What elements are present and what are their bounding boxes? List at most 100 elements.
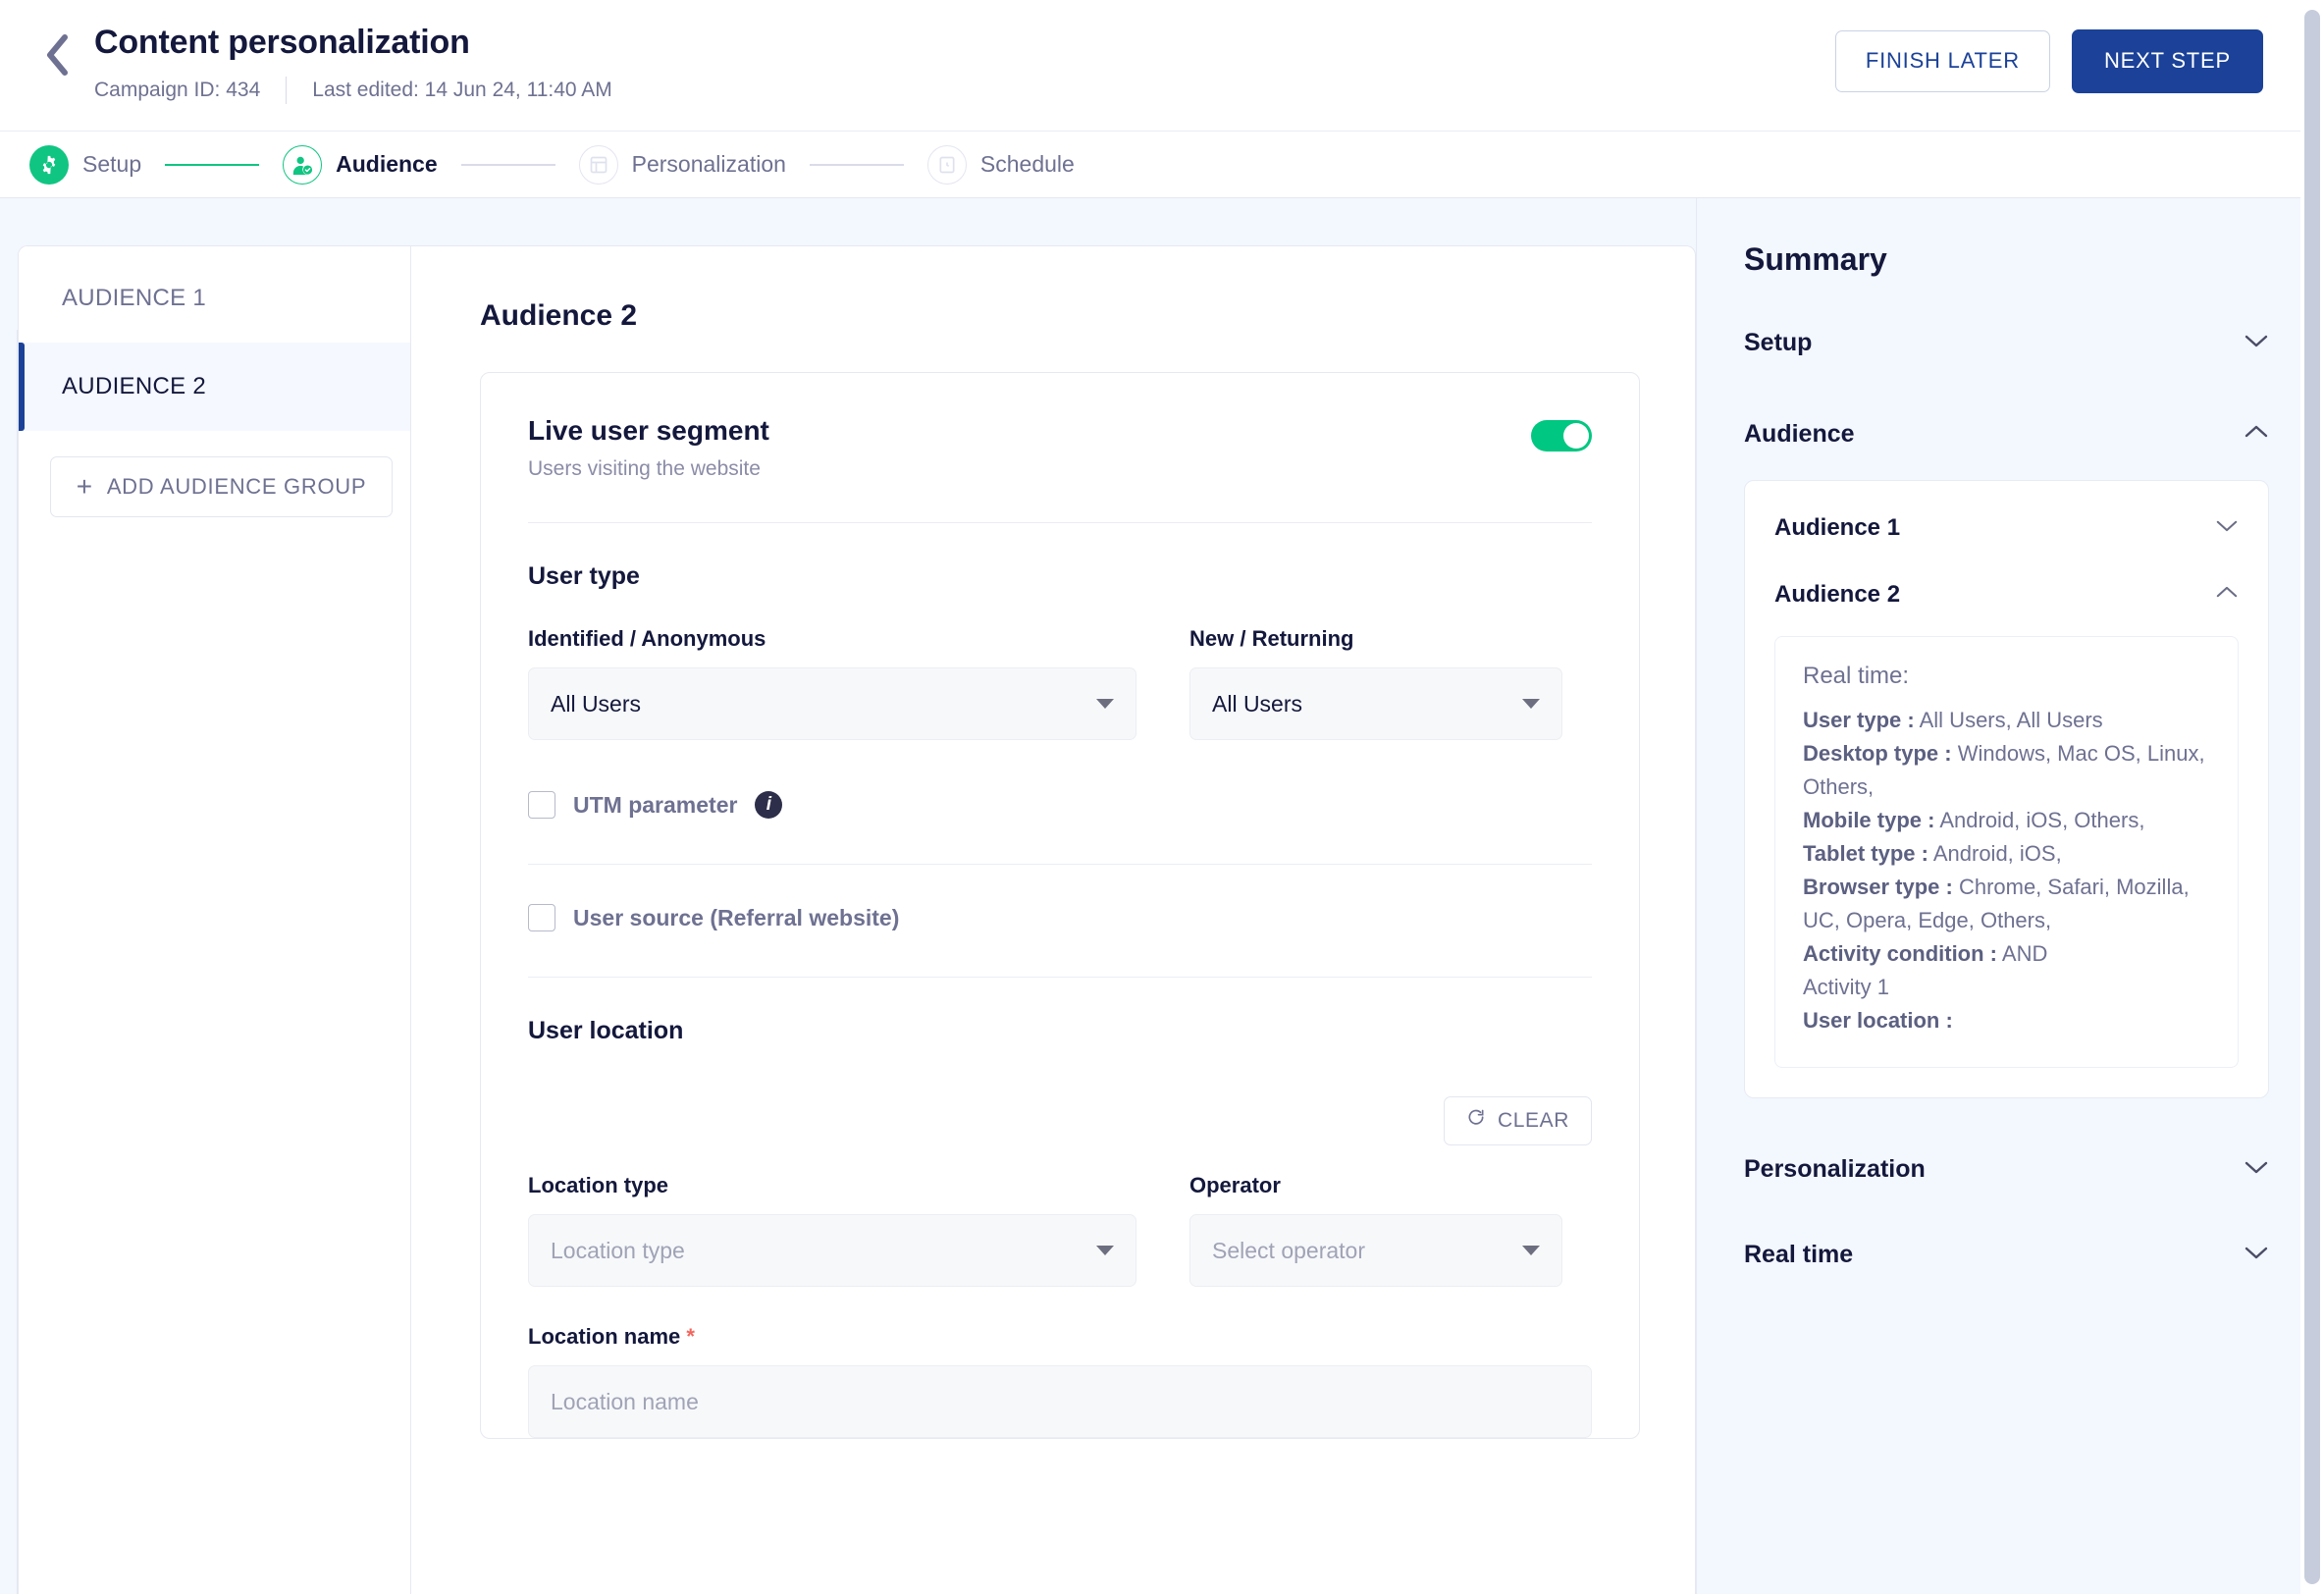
header-meta: Campaign ID: 434 Last edited: 14 Jun 24,… bbox=[94, 77, 612, 104]
chevron-down-icon bbox=[1522, 699, 1540, 709]
card-subtitle: Users visiting the website bbox=[528, 457, 761, 480]
location-name-label: Location name * bbox=[528, 1324, 1592, 1350]
identified-anonymous-value: All Users bbox=[551, 690, 642, 717]
audience-panel: AUDIENCE 1 AUDIENCE 2 + ADD AUDIENCE GRO… bbox=[18, 245, 1696, 1594]
operator-field: Operator Select operator bbox=[1189, 1173, 1562, 1287]
new-returning-select[interactable]: All Users bbox=[1189, 667, 1562, 740]
location-type-select[interactable]: Location type bbox=[528, 1214, 1136, 1287]
utm-parameter-label: UTM parameter bbox=[573, 791, 738, 818]
add-audience-group-button[interactable]: + ADD AUDIENCE GROUP bbox=[50, 456, 393, 517]
summary-audience-card: Audience 1 Audience 2 Real time: User ty… bbox=[1744, 480, 2269, 1098]
divider-2 bbox=[528, 864, 1592, 865]
step-connector-3 bbox=[809, 163, 904, 166]
summary-audience-2-row[interactable]: Audience 2 bbox=[1774, 561, 2239, 628]
location-type-label: Location type bbox=[528, 1173, 669, 1197]
location-name-field: Location name * Location name bbox=[528, 1324, 1592, 1438]
summary-detail-key: Activity condition : bbox=[1803, 941, 1997, 966]
identified-anonymous-label: Identified / Anonymous bbox=[528, 626, 766, 651]
info-icon[interactable]: i bbox=[755, 791, 783, 819]
clear-button[interactable]: CLEAR bbox=[1443, 1096, 1592, 1145]
page-scrollbar[interactable] bbox=[2300, 0, 2324, 1594]
summary-detail-value: Activity 1 bbox=[1803, 975, 1890, 999]
chevron-left-icon bbox=[44, 33, 70, 77]
summary-section-personalization[interactable]: Personalization bbox=[1744, 1138, 2269, 1201]
summary-detail-line: User type : All Users, All Users bbox=[1803, 704, 2210, 737]
summary-detail-heading: Real time: bbox=[1803, 663, 1910, 689]
clear-button-label: CLEAR bbox=[1497, 1109, 1569, 1132]
summary-detail-key: User location : bbox=[1803, 1008, 1953, 1033]
page-title: Content personalization bbox=[94, 24, 470, 61]
app-header: Content personalization Campaign ID: 434… bbox=[0, 0, 2324, 132]
step-label-audience: Audience bbox=[336, 151, 438, 177]
summary-panel: Summary Setup Audience Audience 1 Audien… bbox=[1696, 198, 2324, 1594]
summary-detail-line: Browser type : Chrome, Safari, Mozilla, … bbox=[1803, 871, 2210, 937]
next-step-button[interactable]: NEXT STEP bbox=[2071, 29, 2263, 93]
refresh-icon bbox=[1466, 1108, 1486, 1134]
identified-anonymous-select[interactable]: All Users bbox=[528, 667, 1136, 740]
new-returning-field: New / Returning All Users bbox=[1189, 626, 1562, 740]
utm-parameter-checkbox[interactable] bbox=[528, 791, 555, 819]
summary-detail-line: Activity 1 bbox=[1803, 971, 2210, 1004]
operator-select[interactable]: Select operator bbox=[1189, 1214, 1562, 1287]
chevron-down-icon bbox=[2244, 333, 2269, 353]
chevron-down-icon bbox=[2244, 1245, 2269, 1265]
chevron-up-icon bbox=[2244, 424, 2269, 445]
step-label-setup: Setup bbox=[82, 151, 142, 177]
step-setup[interactable]: Setup bbox=[29, 144, 142, 185]
audience-list: AUDIENCE 1 AUDIENCE 2 + ADD AUDIENCE GRO… bbox=[19, 246, 411, 1594]
audience-list-item-2[interactable]: AUDIENCE 2 bbox=[19, 343, 410, 431]
summary-section-realtime[interactable]: Real time bbox=[1744, 1223, 2269, 1287]
summary-audience-1-row[interactable]: Audience 1 bbox=[1774, 495, 2239, 561]
back-button[interactable] bbox=[29, 24, 84, 86]
summary-section-setup[interactable]: Setup bbox=[1744, 311, 2269, 375]
app-root: Content personalization Campaign ID: 434… bbox=[0, 0, 2324, 1594]
live-segment-toggle[interactable] bbox=[1531, 420, 1592, 452]
user-check-icon bbox=[283, 144, 323, 185]
chevron-down-icon bbox=[2215, 518, 2239, 538]
layout-icon bbox=[578, 144, 618, 185]
location-type-value: Location type bbox=[551, 1237, 685, 1263]
step-schedule[interactable]: Schedule bbox=[926, 144, 1075, 185]
user-source-checkbox[interactable] bbox=[528, 904, 555, 931]
location-name-placeholder: Location name bbox=[551, 1388, 699, 1414]
audience-list-item-1-label: AUDIENCE 1 bbox=[62, 285, 207, 311]
user-location-section-title: User location bbox=[528, 1017, 684, 1044]
location-name-input[interactable]: Location name bbox=[528, 1365, 1592, 1438]
summary-title: Summary bbox=[1744, 241, 1887, 277]
chevron-down-icon bbox=[2244, 1159, 2269, 1180]
finish-later-button[interactable]: FINISH LATER bbox=[1834, 30, 2050, 92]
operator-value: Select operator bbox=[1212, 1237, 1365, 1263]
summary-detail-value: AND bbox=[1997, 941, 2048, 966]
gear-icon bbox=[29, 144, 69, 185]
summary-section-audience-label: Audience bbox=[1744, 420, 1855, 448]
chevron-down-icon bbox=[1096, 699, 1114, 709]
summary-detail-line: Activity condition : AND bbox=[1803, 937, 2210, 971]
clear-row: CLEAR bbox=[528, 1096, 1592, 1145]
operator-label: Operator bbox=[1189, 1173, 1281, 1197]
step-connector-1 bbox=[165, 163, 260, 166]
utm-parameter-row: UTM parameter i bbox=[528, 791, 1592, 819]
step-personalization[interactable]: Personalization bbox=[578, 144, 786, 185]
summary-section-setup-label: Setup bbox=[1744, 329, 1813, 356]
identified-anonymous-field: Identified / Anonymous All Users bbox=[528, 626, 1136, 740]
page-scrollbar-thumb[interactable] bbox=[2304, 10, 2320, 1584]
divider-3 bbox=[528, 977, 1592, 978]
new-returning-value: All Users bbox=[1212, 690, 1303, 717]
audience-list-item-1[interactable]: AUDIENCE 1 bbox=[19, 254, 410, 343]
live-user-segment-card: Live user segment Users visiting the web… bbox=[480, 372, 1640, 1439]
summary-detail-box: Real time: User type : All Users, All Us… bbox=[1774, 636, 2239, 1068]
add-audience-group-label: ADD AUDIENCE GROUP bbox=[106, 474, 367, 499]
summary-detail-key: Browser type : bbox=[1803, 875, 1953, 899]
user-type-section-title: User type bbox=[528, 562, 640, 590]
page-body: AUDIENCE 1 AUDIENCE 2 + ADD AUDIENCE GRO… bbox=[0, 198, 2324, 1594]
summary-section-personalization-label: Personalization bbox=[1744, 1155, 1926, 1183]
campaign-id: Campaign ID: 434 bbox=[94, 79, 261, 101]
user-type-fields: Identified / Anonymous All Users New / R… bbox=[528, 626, 1592, 740]
summary-detail-line: Mobile type : Android, iOS, Others, bbox=[1803, 804, 2210, 837]
summary-section-audience[interactable]: Audience bbox=[1744, 402, 2269, 466]
chevron-down-icon bbox=[1096, 1246, 1114, 1255]
audience-heading: Audience 2 bbox=[480, 299, 638, 332]
main-column: AUDIENCE 1 AUDIENCE 2 + ADD AUDIENCE GRO… bbox=[0, 198, 1696, 1594]
step-audience[interactable]: Audience bbox=[283, 144, 438, 185]
summary-detail-line: User location : bbox=[1803, 1004, 2210, 1037]
